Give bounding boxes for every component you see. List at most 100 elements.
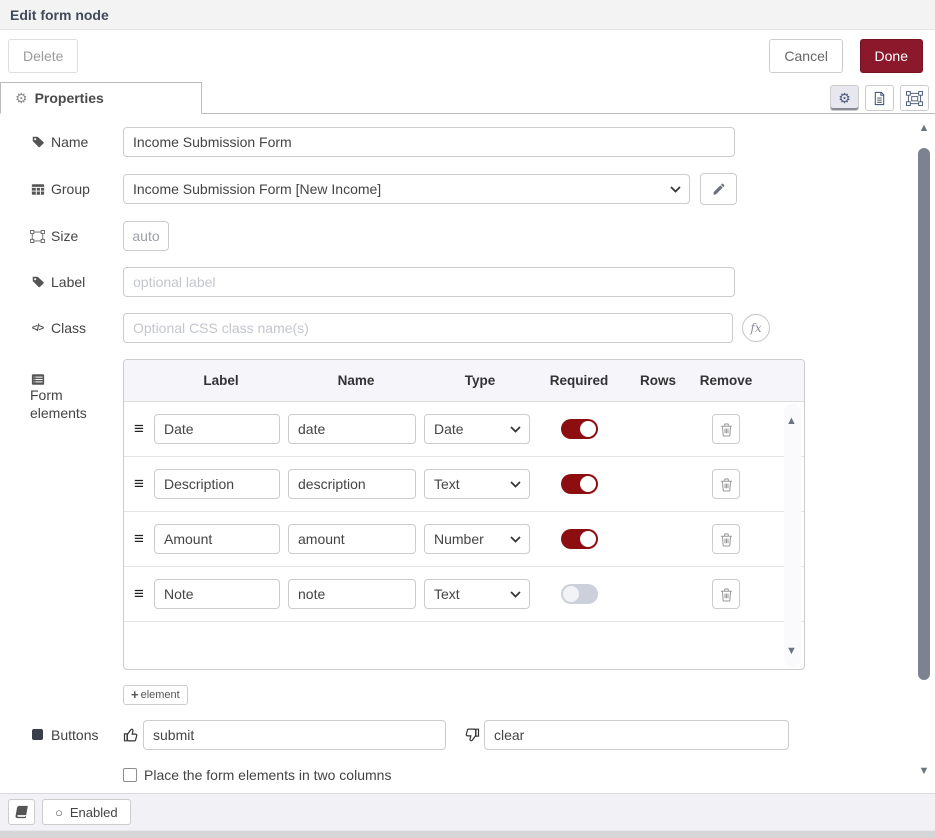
size-label: Size (30, 228, 123, 244)
scroll-up-icon[interactable]: ▲ (916, 123, 932, 134)
required-toggle[interactable] (561, 529, 598, 549)
label-label: Label (30, 274, 123, 290)
element-type-select[interactable]: Text (424, 469, 530, 499)
document-icon (873, 91, 886, 106)
dialog-title: Edit form node (0, 0, 935, 30)
clear-button-label-input[interactable] (484, 720, 789, 750)
trash-icon (720, 587, 733, 602)
scroll-down-icon[interactable]: ▼ (786, 646, 797, 657)
submit-button-label-input[interactable] (143, 720, 446, 750)
two-columns-label: Place the form elements in two columns (144, 767, 391, 783)
buttons-row: Buttons (30, 720, 935, 750)
element-name-input[interactable] (288, 579, 416, 609)
status-circle-icon: ○ (55, 805, 63, 820)
table-scrollbar[interactable]: ▲ ▼ (784, 404, 801, 667)
remove-element-button[interactable] (712, 469, 740, 499)
form-element-row: ≡ Text (124, 567, 804, 622)
form-elements-label: Form elements (30, 373, 123, 422)
enabled-label: Enabled (70, 805, 118, 820)
drag-handle-icon[interactable]: ≡ (124, 529, 154, 549)
required-toggle[interactable] (561, 474, 598, 494)
plus-icon: + (131, 687, 139, 702)
gear-icon: ⚙ (838, 90, 851, 107)
tag-icon (30, 135, 45, 149)
element-label-input[interactable] (154, 469, 280, 499)
group-select[interactable]: Income Submission Form [New Income] (123, 174, 690, 204)
thumbs-down-icon (464, 727, 480, 743)
tray-resize-edge[interactable] (0, 830, 935, 838)
fx-button[interactable]: fx (742, 314, 770, 342)
remove-element-button[interactable] (712, 524, 740, 554)
square-icon (30, 729, 45, 740)
scrollbar-thumb[interactable] (918, 148, 930, 680)
form-elements-table-body: ≡ Date ≡ Text (124, 402, 804, 669)
gear-icon: ⚙ (15, 90, 28, 107)
two-columns-checkbox[interactable] (123, 768, 137, 782)
buttons-label: Buttons (30, 727, 123, 743)
trash-icon (720, 422, 733, 437)
book-icon (14, 805, 29, 819)
main-scrollbar[interactable]: ▲ ▼ (916, 117, 932, 777)
node-help-button[interactable] (8, 799, 35, 825)
tab-properties[interactable]: ⚙ Properties (0, 82, 202, 114)
appearance-icon (906, 91, 923, 106)
element-name-input[interactable] (288, 469, 416, 499)
description-tab-button[interactable] (865, 85, 894, 111)
remove-element-button[interactable] (712, 579, 740, 609)
dialog-button-bar: Delete Cancel Done (0, 30, 935, 82)
thumbs-up-icon (123, 727, 139, 743)
size-row: Size auto (30, 221, 935, 251)
element-type-select[interactable]: Date (424, 414, 530, 444)
col-header-label: Label (154, 373, 288, 388)
enabled-toggle-button[interactable]: ○ Enabled (42, 799, 131, 825)
group-row: Group Income Submission Form [New Income… (30, 173, 935, 205)
scroll-up-icon[interactable]: ▲ (786, 416, 797, 427)
required-toggle[interactable] (561, 584, 598, 604)
element-type-select[interactable]: Text (424, 579, 530, 609)
class-input[interactable] (123, 313, 733, 343)
delete-button[interactable]: Delete (8, 39, 78, 73)
form-elements-table: Label Name Type Required Rows Remove ≡ D… (123, 359, 805, 670)
col-header-required: Required (536, 373, 622, 388)
label-input[interactable] (123, 267, 735, 297)
dialog-footer: ○ Enabled (0, 793, 935, 830)
element-name-input[interactable] (288, 414, 416, 444)
size-button[interactable]: auto (123, 221, 169, 251)
tag-icon (30, 275, 45, 289)
element-type-select[interactable]: Number (424, 524, 530, 554)
drag-handle-icon[interactable]: ≡ (124, 419, 154, 439)
add-element-button[interactable]: + element (123, 685, 188, 705)
name-row: Name (30, 127, 935, 157)
drag-handle-icon[interactable]: ≡ (124, 584, 154, 604)
form-element-row: ≡ Date (124, 402, 804, 457)
col-header-remove: Remove (694, 373, 758, 388)
drag-handle-icon[interactable]: ≡ (124, 474, 154, 494)
trash-icon (720, 532, 733, 547)
form-element-row: ≡ Text (124, 457, 804, 512)
form-elements-row: Form elements Label Name Type Required R… (30, 359, 935, 670)
scroll-down-icon[interactable]: ▼ (916, 766, 932, 777)
tab-properties-label: Properties (35, 90, 104, 106)
appearance-tab-button[interactable] (900, 85, 929, 111)
pencil-icon (712, 183, 725, 196)
required-toggle[interactable] (561, 419, 598, 439)
cancel-button[interactable]: Cancel (769, 39, 843, 73)
name-input[interactable] (123, 127, 735, 157)
trash-icon (720, 477, 733, 492)
col-header-rows: Rows (622, 373, 694, 388)
list-icon (30, 373, 45, 386)
properties-tab-button[interactable]: ⚙ (830, 85, 859, 111)
class-row: </> Class fx (30, 313, 935, 343)
properties-panel: Name Group Income Submission Form [New I… (0, 114, 935, 793)
remove-element-button[interactable] (712, 414, 740, 444)
element-name-input[interactable] (288, 524, 416, 554)
group-label: Group (30, 181, 123, 197)
edit-group-button[interactable] (700, 173, 737, 205)
tab-bar: ⚙ Properties ⚙ (0, 82, 935, 114)
done-button[interactable]: Done (860, 39, 923, 73)
element-label-input[interactable] (154, 414, 280, 444)
element-label-input[interactable] (154, 524, 280, 554)
table-icon (30, 183, 45, 196)
size-icon (30, 230, 45, 243)
element-label-input[interactable] (154, 579, 280, 609)
